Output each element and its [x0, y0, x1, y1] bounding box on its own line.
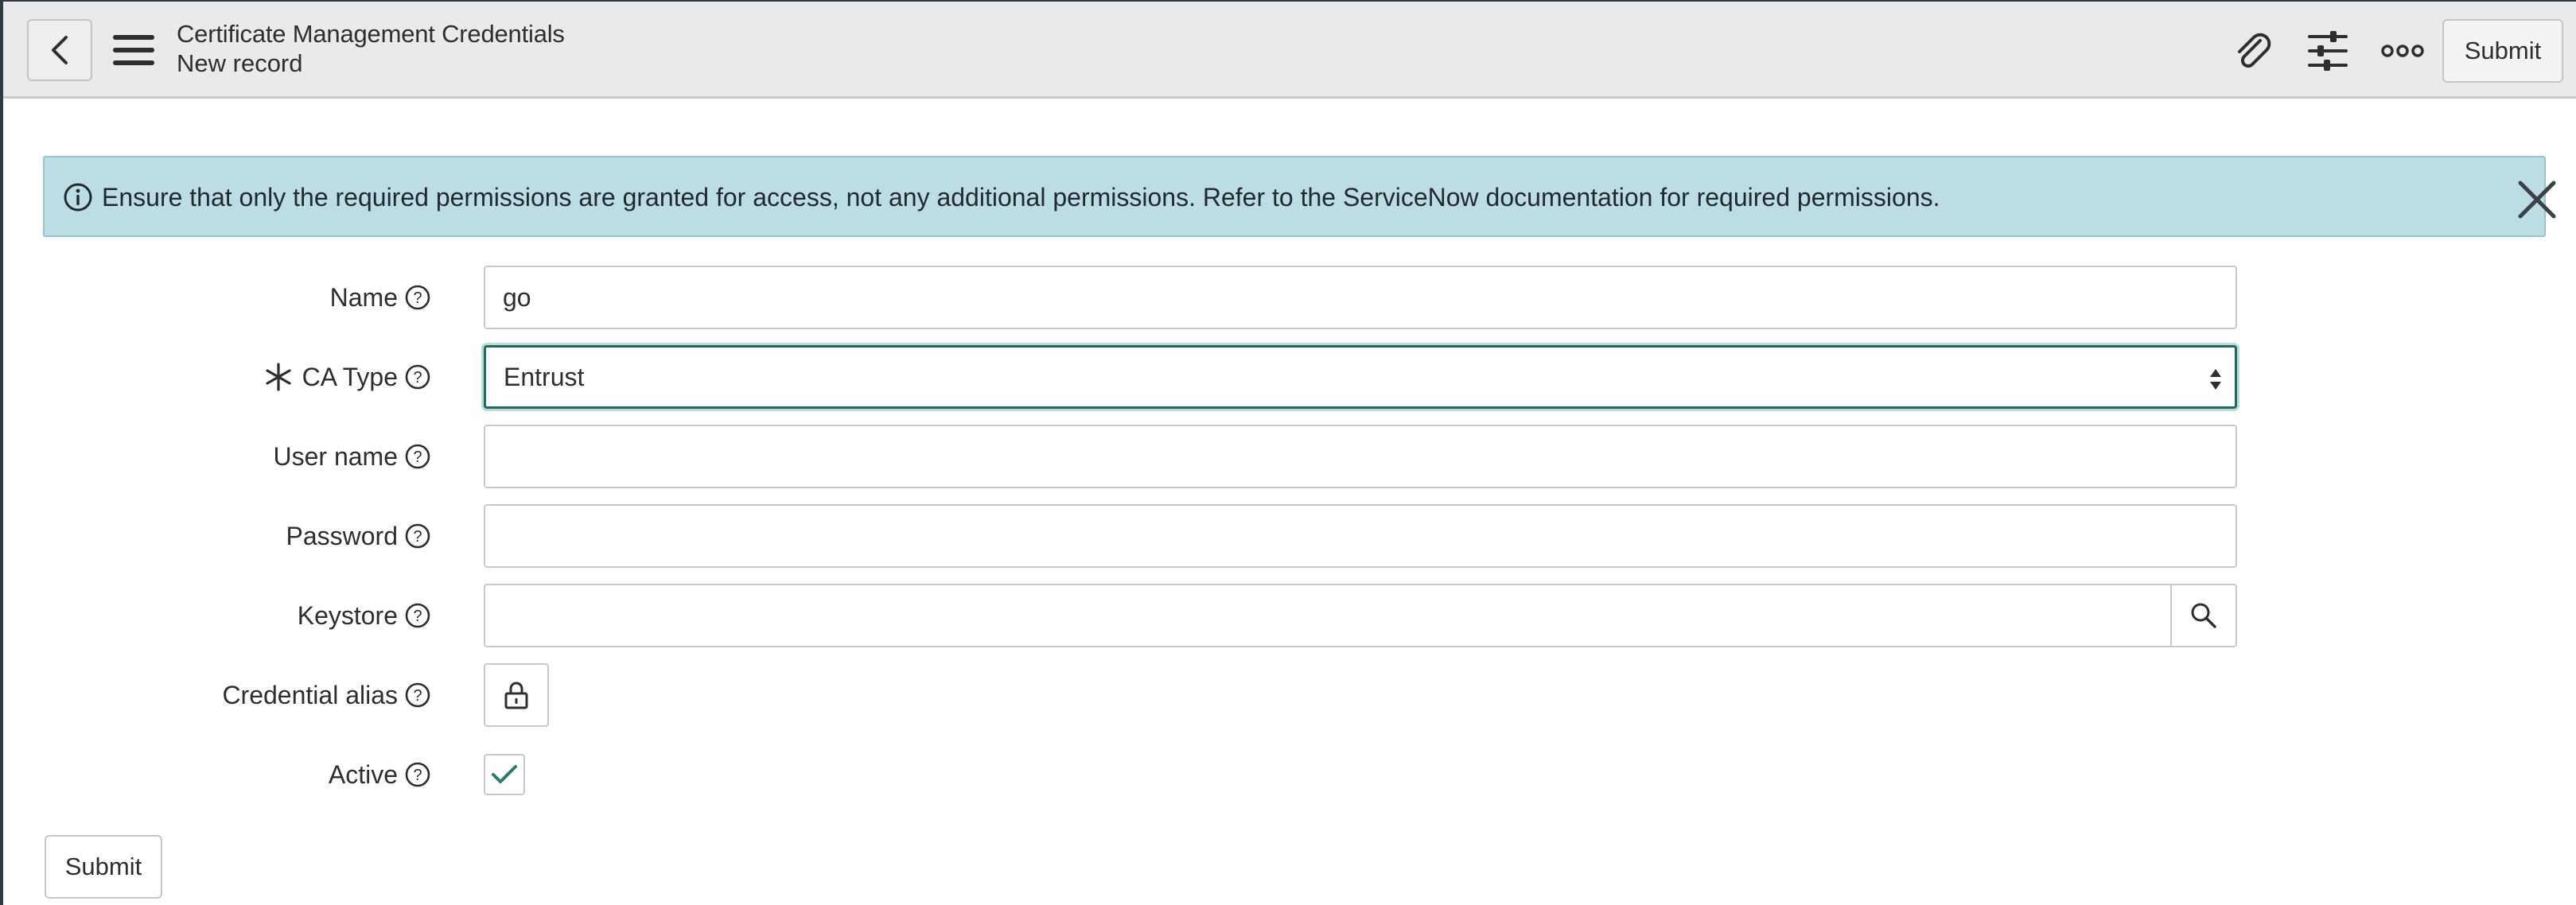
keystore-label: Keystore	[297, 600, 398, 630]
banner-message: Ensure that only the required permission…	[102, 183, 1940, 212]
help-icon[interactable]: ?	[404, 602, 431, 629]
active-checkbox[interactable]	[484, 754, 525, 795]
header-submit-button[interactable]: Submit	[2442, 19, 2563, 83]
lock-icon	[504, 682, 528, 709]
svg-text:?: ?	[413, 369, 422, 386]
keystore-lookup-button[interactable]	[2170, 584, 2237, 647]
help-icon[interactable]: ?	[404, 443, 431, 470]
keystore-row: Keystore ?	[3, 584, 2239, 647]
svg-text:?: ?	[413, 528, 422, 546]
attachment-button[interactable]	[2231, 30, 2275, 72]
name-field[interactable]: go	[484, 266, 2237, 329]
help-icon[interactable]: ?	[404, 761, 431, 788]
name-label: Name	[329, 282, 398, 312]
svg-text:?: ?	[413, 449, 422, 466]
footer-submit-button[interactable]: Submit	[45, 835, 162, 899]
select-arrows-icon	[2210, 369, 2221, 390]
page-title: Certificate Management Credentials	[177, 20, 565, 48]
keystore-field[interactable]	[484, 584, 2194, 647]
user-name-row: User name ?	[3, 425, 2239, 488]
active-label-wrap: Active ?	[329, 743, 431, 806]
name-label-wrap: Name ?	[330, 266, 431, 329]
svg-text:?: ?	[413, 767, 422, 784]
sliders-icon	[2308, 31, 2348, 71]
info-banner: Ensure that only the required permission…	[43, 156, 2556, 237]
password-field[interactable]	[484, 504, 2237, 568]
form-header: Certificate Management Credentials New r…	[3, 2, 2576, 99]
info-icon	[64, 183, 92, 212]
header-title-block: Certificate Management Credentials New r…	[177, 19, 565, 78]
required-asterisk-icon	[266, 363, 291, 391]
paperclip-icon	[2238, 33, 2271, 68]
user-name-field[interactable]	[484, 425, 2237, 488]
password-label: Password	[286, 521, 399, 550]
close-icon[interactable]	[2516, 178, 2558, 221]
page-subtitle: New record	[177, 49, 303, 77]
password-label-wrap: Password ?	[286, 504, 432, 568]
ca-type-label: CA Type	[302, 362, 398, 391]
personalize-form-button[interactable]	[2306, 30, 2350, 72]
credential-alias-row: Credential alias ?	[3, 663, 2239, 727]
user-name-label-wrap: User name ?	[274, 425, 432, 488]
more-options-icon	[2381, 45, 2424, 57]
svg-text:?: ?	[413, 608, 422, 625]
ca-type-selected-value: Entrust	[504, 362, 585, 391]
active-label: Active	[328, 759, 398, 789]
help-icon[interactable]: ?	[404, 682, 431, 709]
ca-type-row: CA Type ? Entrust	[3, 345, 2239, 409]
help-icon[interactable]: ?	[404, 522, 431, 550]
credential-alias-label: Credential alias	[222, 680, 398, 709]
credential-alias-label-wrap: Credential alias ?	[222, 663, 431, 727]
user-name-label: User name	[273, 441, 399, 471]
checkmark-icon	[492, 765, 517, 783]
app-frame: Certificate Management Credentials New r…	[0, 0, 2576, 905]
help-icon[interactable]: ?	[404, 284, 431, 311]
keystore-label-wrap: Keystore ?	[298, 584, 431, 647]
help-icon[interactable]: ?	[404, 363, 431, 390]
name-row: Name ? go	[3, 266, 2239, 329]
more-options-button[interactable]	[2380, 30, 2425, 72]
password-row: Password ?	[3, 504, 2239, 568]
ca-type-label-wrap: CA Type ?	[302, 345, 431, 409]
search-icon	[2191, 603, 2216, 628]
svg-text:?: ?	[413, 289, 422, 307]
back-button[interactable]	[27, 19, 92, 81]
active-row: Active ?	[3, 743, 2239, 806]
back-arrow-icon	[52, 36, 68, 64]
svg-text:?: ?	[413, 687, 422, 705]
credential-alias-lock-button[interactable]	[484, 663, 549, 727]
ca-type-select[interactable]: Entrust	[484, 345, 2237, 409]
hamburger-icon[interactable]	[111, 33, 156, 67]
